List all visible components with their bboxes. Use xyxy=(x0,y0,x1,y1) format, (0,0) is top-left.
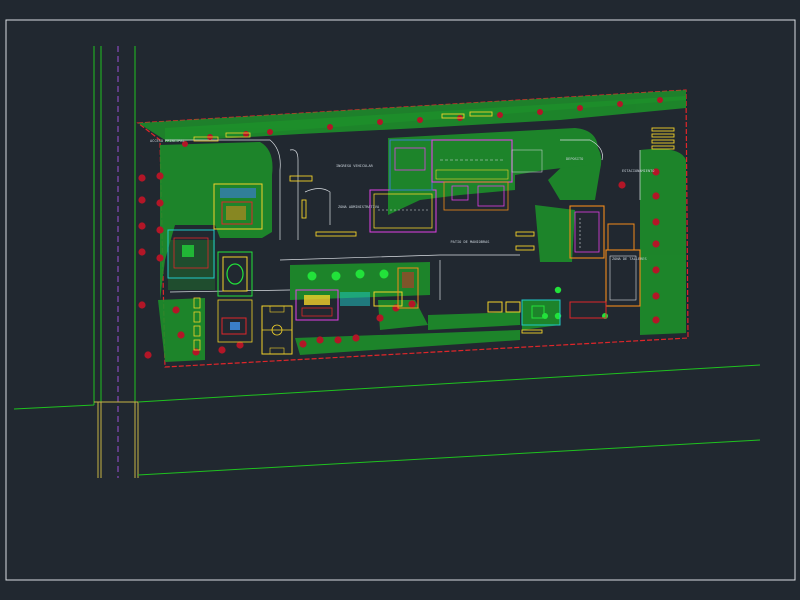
building-left-lower xyxy=(217,299,253,343)
label-access: ACCESO PRINCIPAL xyxy=(150,139,185,143)
label-patio: PATIO DE MANIOBRAS xyxy=(451,240,490,244)
building-left-square xyxy=(217,251,253,297)
horizontal-road xyxy=(13,364,761,476)
label-deposito: DEPOSITO xyxy=(566,157,583,161)
label-zona-admin: ZONA ADMINISTRATIVA xyxy=(338,205,380,209)
label-ingreso: INGRESO VEHICULAR xyxy=(336,164,374,168)
sports-field xyxy=(261,305,293,355)
cad-drawing-canvas: ACCESO PRINCIPAL INGRESO VEHICULAR ZONA … xyxy=(0,0,800,600)
vertical-road xyxy=(93,46,139,478)
label-talleres: ZONA DE TALLERES xyxy=(612,257,647,261)
label-estacionamiento: ESTACIONAMIENTO xyxy=(622,169,654,173)
site-plan: ACCESO PRINCIPAL INGRESO VEHICULAR ZONA … xyxy=(5,19,796,581)
